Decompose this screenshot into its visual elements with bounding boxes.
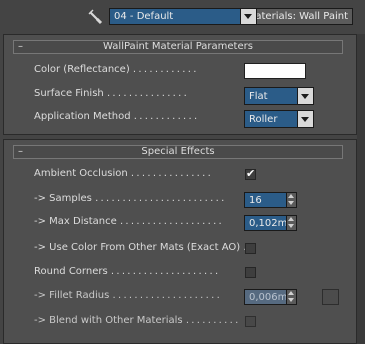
color-reflectance-label: Color (Reflectance) ............ (34, 64, 199, 75)
spinner-arrows-icon[interactable] (286, 290, 296, 304)
row-label-text: -> Use Color From Other Mats (Exact AO) (34, 242, 241, 253)
material-name-dropdown[interactable]: 04 - Default (109, 8, 257, 25)
collapse-toggle[interactable]: – (18, 41, 23, 53)
blend-other-materials-checkbox[interactable] (245, 316, 256, 327)
fillet-map-button[interactable] (322, 289, 339, 305)
samples-value: 16 (249, 195, 262, 206)
chevron-down-icon[interactable] (240, 9, 256, 24)
collapse-toggle[interactable]: – (18, 146, 23, 158)
spinner-arrows-icon[interactable] (286, 193, 296, 207)
row-label-text: Application Method (34, 111, 131, 122)
application-method-label: Application Method ............ (34, 111, 200, 122)
max-distance-spinner[interactable]: 0,102m (244, 215, 297, 231)
leader-dots: ........................ (95, 193, 227, 204)
rollout-title: WallPaint Material Parameters (103, 41, 253, 52)
leader-dots: ................... (119, 216, 225, 227)
application-method-value: Roller (249, 114, 278, 125)
row-label-text: Ambient Occlusion (34, 168, 128, 179)
chevron-down-icon[interactable] (297, 111, 313, 127)
use-color-other-mats-label: -> Use Color From Other Mats (Exact AO) … (34, 242, 254, 253)
color-swatch[interactable] (244, 63, 306, 79)
round-corners-label: Round Corners .................... (34, 266, 220, 277)
row-label-text: Color (Reflectance) (34, 64, 130, 75)
fillet-radius-label: -> Fillet Radius .................... (34, 290, 222, 301)
leader-dots: .......... (185, 315, 241, 326)
leader-dots: .................... (112, 290, 223, 301)
scrollbar[interactable] (357, 34, 365, 344)
eyedropper-icon[interactable] (86, 8, 104, 26)
rollout-header-special-effects[interactable]: – Special Effects (13, 145, 343, 159)
row-label-text: Round Corners (34, 266, 108, 277)
row-label-text: Surface Finish (34, 88, 104, 99)
material-type-button[interactable]: aterials: Wall Paint (256, 8, 353, 25)
surface-finish-value: Flat (249, 91, 268, 102)
leader-dots: ............ (133, 111, 200, 122)
chevron-down-icon[interactable] (297, 88, 313, 104)
rollout-header-wallpaint-parameters[interactable]: – WallPaint Material Parameters (13, 40, 343, 54)
surface-finish-label: Surface Finish ............... (34, 88, 189, 99)
leader-dots: ............... (130, 168, 214, 179)
material-type-label: aterials: Wall Paint (256, 11, 348, 22)
material-name-value: 04 - Default (114, 11, 174, 22)
leader-dots: ............... (106, 88, 190, 99)
ambient-occlusion-label: Ambient Occlusion ............... (34, 168, 213, 179)
surface-finish-dropdown[interactable]: Flat (244, 87, 314, 105)
fillet-radius-value: 0,006m (249, 292, 288, 303)
round-corners-checkbox[interactable] (245, 267, 256, 278)
leader-dots: .................... (110, 266, 221, 277)
blend-other-materials-label: -> Blend with Other Materials .......... (34, 315, 241, 326)
row-label-text: -> Max Distance (34, 216, 117, 227)
max-distance-label: -> Max Distance ................... (34, 216, 224, 227)
row-label-text: -> Samples (34, 193, 92, 204)
max-distance-value: 0,102m (249, 218, 288, 229)
use-color-other-mats-checkbox[interactable] (245, 243, 256, 254)
samples-spinner[interactable]: 16 (244, 192, 297, 208)
application-method-dropdown[interactable]: Roller (244, 110, 314, 128)
ambient-occlusion-checkbox[interactable] (245, 167, 256, 180)
row-label-text: -> Fillet Radius (34, 290, 110, 301)
fillet-radius-spinner[interactable]: 0,006m (244, 289, 297, 305)
row-label-text: -> Blend with Other Materials (34, 315, 183, 326)
material-toolbar: 04 - Default aterials: Wall Paint (0, 0, 365, 34)
leader-dots: ............ (132, 64, 199, 75)
samples-label: -> Samples ........................ (34, 193, 227, 204)
rollout-title: Special Effects (141, 146, 215, 157)
spinner-arrows-icon[interactable] (286, 216, 296, 230)
